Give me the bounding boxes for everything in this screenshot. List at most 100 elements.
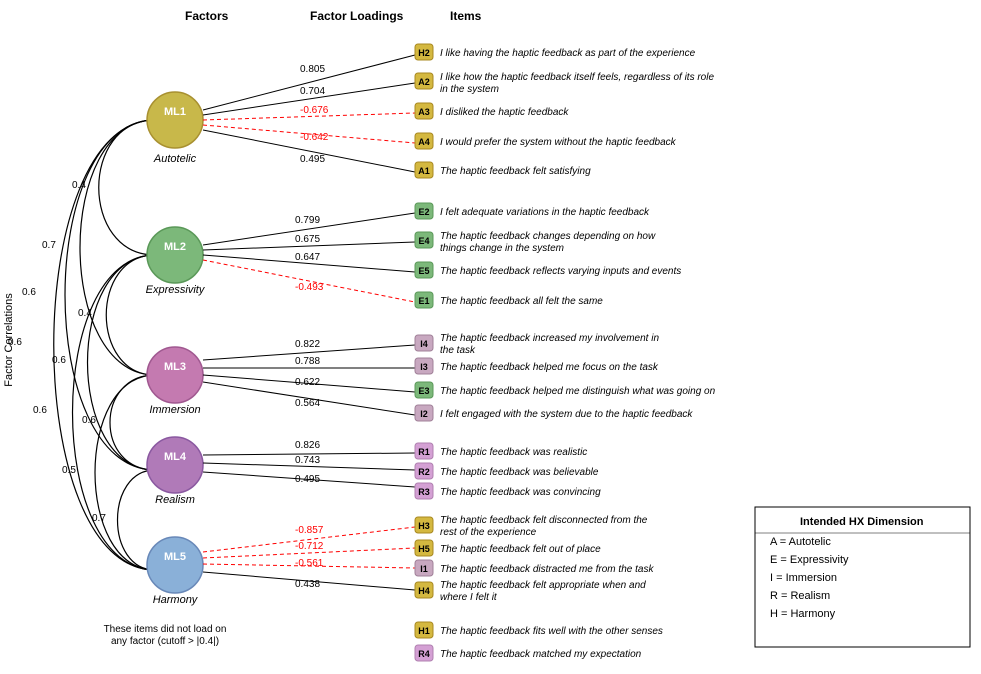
legend-i: I = Immersion — [770, 572, 837, 584]
factor-ml1-label: ML1 — [164, 106, 186, 118]
item-label-e1: E1 — [418, 296, 429, 306]
item-text-i1: The haptic feedback distracted me from t… — [440, 564, 654, 575]
item-label-a1: A1 — [418, 166, 430, 176]
corr-label-ml1-ml4: 0.6 — [22, 287, 36, 298]
item-label-a3: A3 — [418, 107, 430, 117]
item-text-h2: I like having the haptic feedback as par… — [440, 48, 696, 59]
item-text-i4b: the task — [440, 345, 476, 356]
item-label-r4: R4 — [418, 649, 430, 659]
corr-ml1-ml2 — [99, 120, 155, 255]
diagram: Factors Factor Loadings Items Factor Cor… — [0, 0, 981, 674]
non-loading-note-line1: These items did not load on — [104, 624, 227, 635]
loading-val-a3: -0.676 — [300, 105, 329, 116]
corr-label-ml3-ml4: 0.6 — [82, 415, 96, 426]
factor-ml2-name: Expressivity — [146, 284, 206, 296]
header-items: Items — [450, 9, 482, 23]
legend-h: H = Harmony — [770, 608, 836, 620]
loading-val-i3: 0.788 — [295, 356, 320, 367]
factor-ml1-circle — [147, 92, 203, 148]
item-label-i3: I3 — [420, 362, 428, 372]
loading-val-i4: 0.822 — [295, 339, 320, 350]
item-label-e3: E3 — [418, 386, 429, 396]
item-text-e4a: The haptic feedback changes depending on… — [440, 231, 656, 242]
factor-ml5-label: ML5 — [164, 551, 186, 563]
corr-ml1-ml3 — [80, 120, 155, 375]
item-label-a2: A2 — [418, 77, 430, 87]
corr-label-ml2-ml4: 0.6 — [52, 355, 66, 366]
factor-ml2-label: ML2 — [164, 241, 186, 253]
item-text-h4b: where I felt it — [440, 592, 498, 603]
item-label-r1: R1 — [418, 447, 430, 457]
header-loadings: Factor Loadings — [310, 9, 404, 23]
item-text-e4b: things change in the system — [440, 243, 564, 254]
loading-val-h5: -0.712 — [295, 541, 324, 552]
item-label-i4: I4 — [420, 339, 428, 349]
legend-title: Intended HX Dimension — [800, 516, 924, 528]
factor-ml4-name: Realism — [155, 494, 195, 506]
factor-ml5-circle — [147, 537, 203, 593]
item-text-h3b: rest of the experience — [440, 527, 537, 538]
loading-val-h4: 0.438 — [295, 579, 320, 590]
item-text-h5: The haptic feedback felt out of place — [440, 544, 601, 555]
item-label-h2: H2 — [418, 48, 430, 58]
item-text-i3: The haptic feedback helped me focus on t… — [440, 362, 659, 373]
item-text-e1: The haptic feedback all felt the same — [440, 296, 603, 307]
loading-val-e1: -0.493 — [295, 282, 324, 293]
loading-val-a1: 0.495 — [300, 154, 325, 165]
item-text-e5: The haptic feedback reflects varying inp… — [440, 266, 681, 277]
loading-val-i1: -0.561 — [295, 558, 324, 569]
legend-a: A = Autotelic — [770, 536, 831, 548]
item-text-h4a: The haptic feedback felt appropriate whe… — [440, 580, 646, 591]
item-label-h1: H1 — [418, 626, 430, 636]
header-factors: Factors — [185, 9, 229, 23]
factor-ml3-circle — [147, 347, 203, 403]
loading-val-e2: 0.799 — [295, 215, 320, 226]
loading-val-h3: -0.857 — [295, 525, 324, 536]
item-text-a1: The haptic feedback felt satisfying — [440, 166, 591, 177]
item-text-h1: The haptic feedback fits well with the o… — [440, 626, 663, 637]
line-ml2-e1 — [203, 260, 415, 302]
loading-val-i2: 0.564 — [295, 398, 320, 409]
item-text-e3: The haptic feedback helped me distinguis… — [440, 386, 716, 397]
item-text-h3a: The haptic feedback felt disconnected fr… — [440, 515, 648, 526]
corr-label-ml3-ml5: 0.5 — [62, 465, 76, 476]
loading-val-r2: 0.743 — [295, 455, 320, 466]
item-label-e5: E5 — [418, 266, 429, 276]
item-text-r3: The haptic feedback was convincing — [440, 487, 601, 498]
item-text-i2: I felt engaged with the system due to th… — [440, 409, 693, 420]
factor-ml3-label: ML3 — [164, 361, 186, 373]
item-label-e2: E2 — [418, 207, 429, 217]
item-label-i1: I1 — [420, 564, 428, 574]
loading-val-r1: 0.826 — [295, 440, 320, 451]
item-text-e2: I felt adequate variations in the haptic… — [440, 207, 650, 218]
main-container: Factors Factor Loadings Items Factor Cor… — [0, 0, 981, 674]
item-label-e4: E4 — [418, 236, 429, 246]
legend-r: R = Realism — [770, 590, 830, 602]
loading-val-a4: -0.642 — [300, 132, 329, 143]
item-text-i4a: The haptic feedback increased my involve… — [440, 333, 659, 344]
legend-e: E = Expressivity — [770, 554, 849, 566]
factor-ml4-circle — [147, 437, 203, 493]
corr-ml2-ml5 — [73, 255, 156, 570]
non-loading-note-line2: any factor (cutoff > |0.4|) — [111, 636, 219, 647]
corr-label-ml1-ml3: 0.7 — [42, 240, 56, 251]
corr-label-ml2-ml5: 0.6 — [33, 405, 47, 416]
item-text-a4: I would prefer the system without the ha… — [440, 137, 677, 148]
loading-val-e4: 0.675 — [295, 234, 320, 245]
loading-val-e5: 0.647 — [295, 252, 320, 263]
item-label-h4: H4 — [418, 586, 430, 596]
factor-ml3-name: Immersion — [149, 404, 200, 416]
item-label-r2: R2 — [418, 467, 430, 477]
factor-ml5-name: Harmony — [153, 594, 199, 606]
factor-ml4-label: ML4 — [164, 451, 187, 463]
loading-val-a2: 0.704 — [300, 86, 325, 97]
item-text-a2b: in the system — [440, 84, 499, 95]
item-label-i2: I2 — [420, 409, 428, 419]
item-label-a4: A4 — [418, 137, 430, 147]
item-text-r1: The haptic feedback was realistic — [440, 447, 587, 458]
loading-val-h2: 0.805 — [300, 64, 325, 75]
item-text-r2: The haptic feedback was believable — [440, 467, 599, 478]
item-text-r4: The haptic feedback matched my expectati… — [440, 649, 642, 660]
corr-label-ml1-ml5: 0.6 — [8, 337, 22, 348]
factor-ml1-name: Autotelic — [153, 153, 197, 165]
